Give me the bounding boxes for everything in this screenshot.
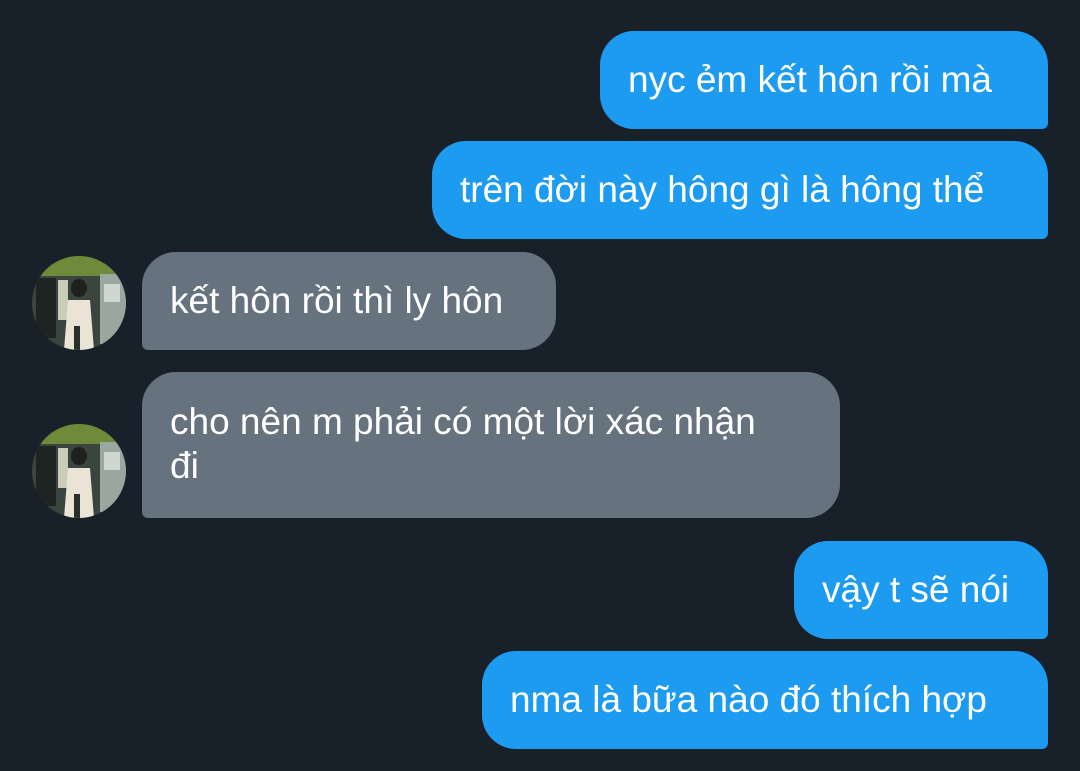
contact-avatar[interactable] <box>32 424 126 518</box>
message-bubble-outgoing[interactable]: nyc ẻm kết hôn rồi mà <box>600 31 1048 129</box>
message-bubble-outgoing[interactable]: vậy t sẽ nói <box>794 541 1048 639</box>
message-text: kết hôn rồi thì ly hôn <box>170 280 504 321</box>
contact-avatar[interactable] <box>32 256 126 350</box>
message-bubble-outgoing[interactable]: trên đời này hông gì là hông thể <box>432 141 1048 239</box>
message-bubble-incoming[interactable]: kết hôn rồi thì ly hôn <box>142 252 556 350</box>
avatar-photo <box>32 256 126 350</box>
message-bubble-outgoing[interactable]: nma là bữa nào đó thích hợp <box>482 651 1048 749</box>
message-text: trên đời này hông gì là hông thể <box>460 169 985 210</box>
message-text: nma là bữa nào đó thích hợp <box>510 679 987 720</box>
message-text: cho nên m phải có một lời xác nhận đi <box>170 401 756 486</box>
message-text: nyc ẻm kết hôn rồi mà <box>628 59 992 100</box>
avatar-photo <box>32 424 126 518</box>
message-text: vậy t sẽ nói <box>822 569 1010 610</box>
message-bubble-incoming[interactable]: cho nên m phải có một lời xác nhận đi <box>142 372 840 518</box>
